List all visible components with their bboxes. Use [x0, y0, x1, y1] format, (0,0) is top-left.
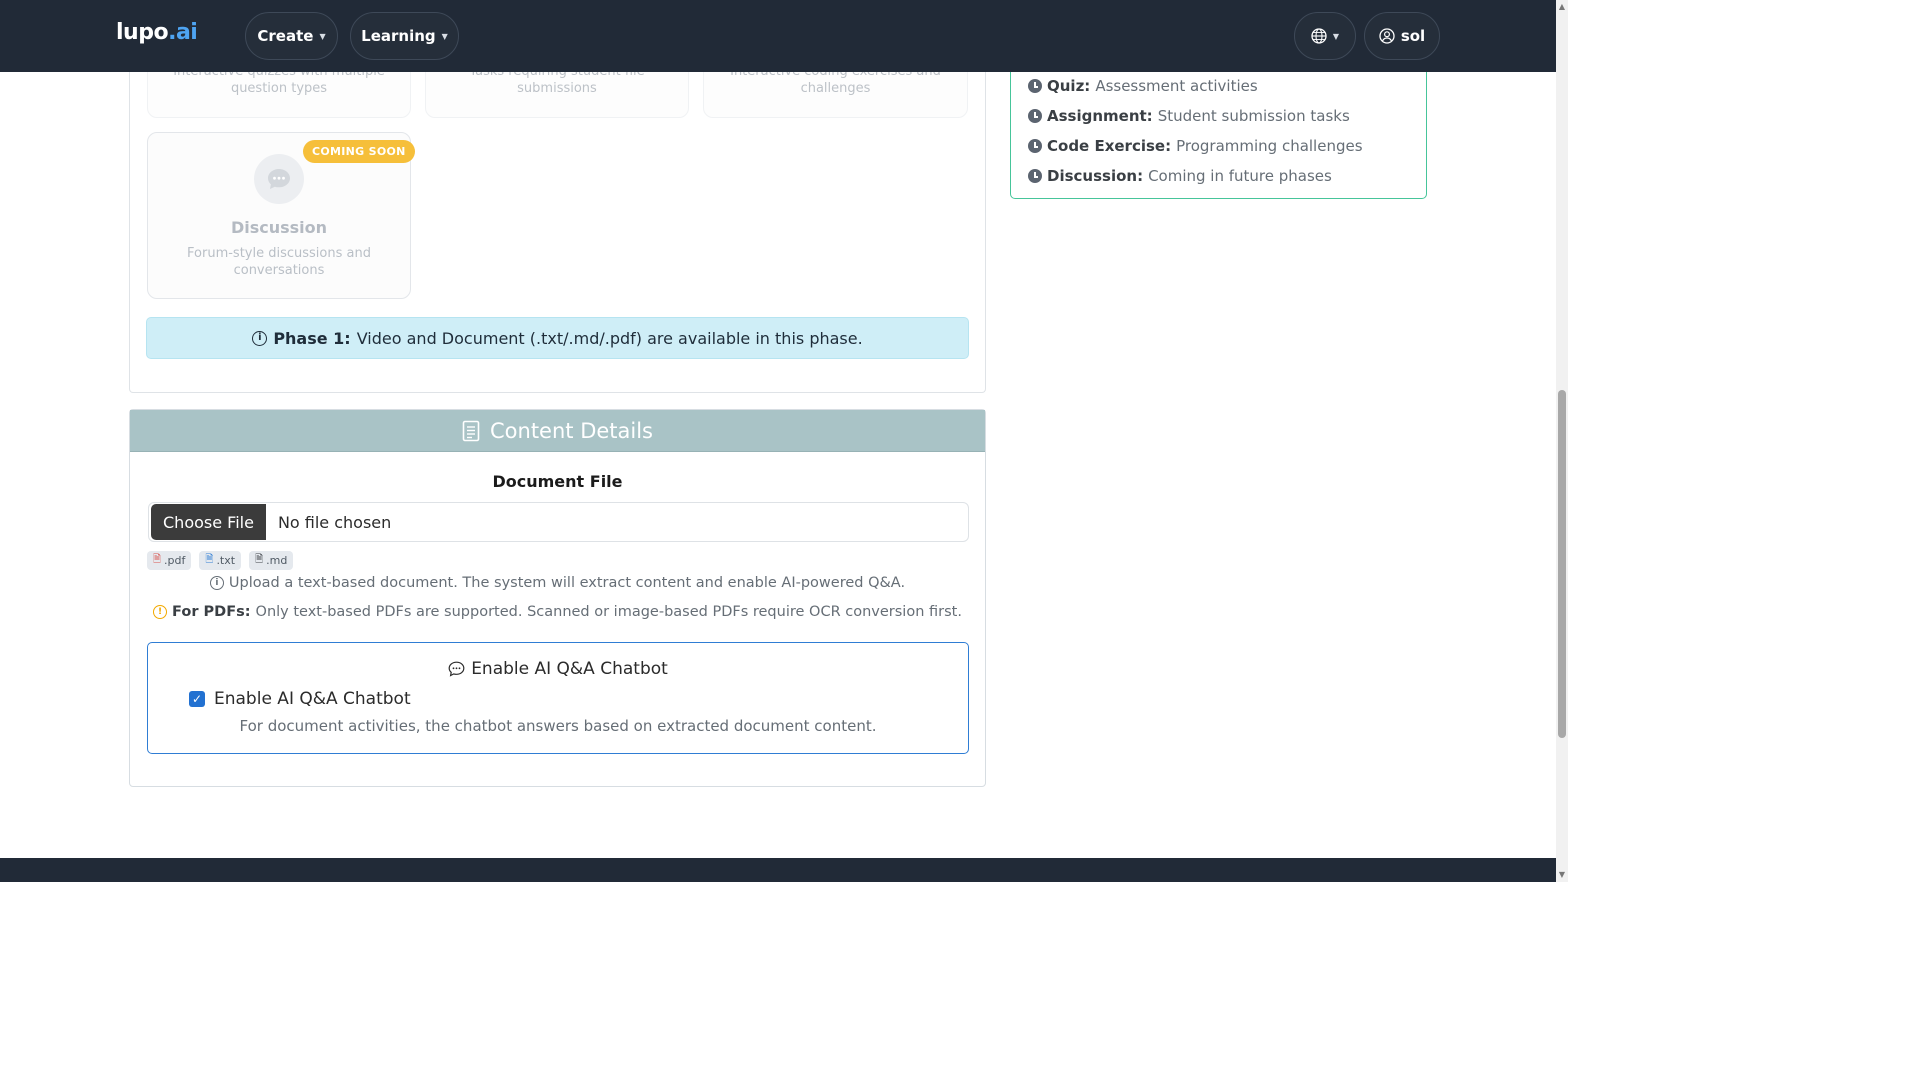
file-status-text: No file chosen	[277, 512, 392, 532]
file-icon: 🗎	[255, 554, 264, 565]
upload-help-text: i Upload a text-based document. The syst…	[130, 575, 985, 591]
clock-icon	[1028, 109, 1042, 123]
clock-icon	[1028, 169, 1042, 183]
extension-badges: 🗎 .pdf 🗎 .txt 🗎 .md	[147, 551, 294, 570]
caret-down-icon: ▼	[441, 31, 448, 41]
content-details-panel: Content Details Document File Choose Fil…	[129, 409, 986, 787]
clock-icon	[1028, 79, 1042, 93]
chatbot-settings-box: Enable AI Q&A Chatbot ✓ Enable AI Q&A Ch…	[147, 642, 969, 754]
user-menu-button[interactable]: sol	[1364, 12, 1440, 60]
list-item: Code Exercise: Programming challenges	[1028, 131, 1363, 161]
page-footer	[0, 858, 1556, 882]
activity-types-info-list: Quiz: Assessment activities Assignment: …	[1028, 71, 1363, 191]
list-item: Quiz: Assessment activities	[1028, 71, 1363, 101]
phase-text: Video and Document (.txt/.md/.pdf) are a…	[356, 328, 863, 348]
clock-icon	[1028, 139, 1042, 153]
file-text-icon	[462, 420, 480, 441]
file-pdf-icon: 🗎	[153, 554, 162, 565]
scrollbar-thumb[interactable]	[1558, 390, 1566, 738]
info-circle-icon: i	[209, 576, 224, 590]
document-file-label: Document File	[492, 472, 623, 491]
learning-menu-button[interactable]: Learning ▼	[350, 12, 459, 60]
language-menu-button[interactable]: ▼	[1294, 12, 1356, 60]
info-circle-icon: i	[252, 330, 268, 346]
activity-card-desc: Forum-style discussions and conversation…	[187, 246, 371, 278]
brand-logo[interactable]: lupo.ai	[116, 20, 198, 52]
extension-badge-txt: 🗎 .txt	[199, 551, 242, 570]
activity-card-title: Discussion	[230, 218, 328, 237]
extension-badge-md: 🗎 .md	[249, 551, 294, 570]
create-menu-button[interactable]: Create ▼	[245, 12, 338, 60]
top-navbar: lupo.ai Create ▼ Learning ▼ ▼ sol	[0, 0, 1556, 72]
pdf-warning-text: ! For PDFs: Only text-based PDFs are sup…	[130, 604, 985, 620]
chat-dots-icon	[254, 154, 304, 204]
list-item: Discussion: Coming in future phases	[1028, 161, 1363, 191]
chatbot-section-title: Enable AI Q&A Chatbot	[148, 659, 968, 679]
caret-down-icon: ▼	[1332, 31, 1340, 41]
phase-info-alert: i Phase 1: Video and Document (.txt/.md/…	[146, 317, 969, 359]
scroll-up-arrow-icon[interactable]: ▲	[1557, 2, 1567, 12]
user-circle-icon	[1379, 28, 1395, 44]
enable-chatbot-label: Enable AI Q&A Chatbot	[214, 689, 411, 709]
choose-file-button[interactable]: Choose File	[151, 504, 266, 540]
document-file-input[interactable]: Choose File No file chosen	[148, 502, 969, 542]
extension-badge-pdf: 🗎 .pdf	[147, 551, 192, 570]
scroll-down-arrow-icon[interactable]: ▼	[1557, 870, 1567, 880]
user-name: sol	[1400, 27, 1426, 45]
enable-chatbot-checkbox-row[interactable]: ✓ Enable AI Q&A Chatbot	[189, 689, 411, 709]
exclamation-circle-icon: !	[153, 605, 168, 619]
page-scrollbar[interactable]: ▲ ▼	[1556, 0, 1568, 882]
globe-icon	[1311, 28, 1327, 44]
caret-down-icon: ▼	[319, 31, 326, 41]
chat-dots-icon	[448, 661, 465, 677]
coming-soon-badge: COMING SOON	[303, 140, 415, 163]
file-text-icon: 🗎	[205, 554, 214, 565]
enable-chatbot-checkbox[interactable]: ✓	[189, 691, 205, 707]
chatbot-help-text: For document activities, the chatbot ans…	[239, 717, 877, 735]
content-details-title: Content Details	[490, 418, 653, 443]
content-details-header: Content Details	[130, 410, 985, 452]
list-item: Assignment: Student submission tasks	[1028, 101, 1363, 131]
learning-menu-label: Learning	[361, 27, 436, 45]
phase-label: Phase 1:	[273, 328, 351, 348]
create-menu-label: Create	[257, 27, 314, 45]
